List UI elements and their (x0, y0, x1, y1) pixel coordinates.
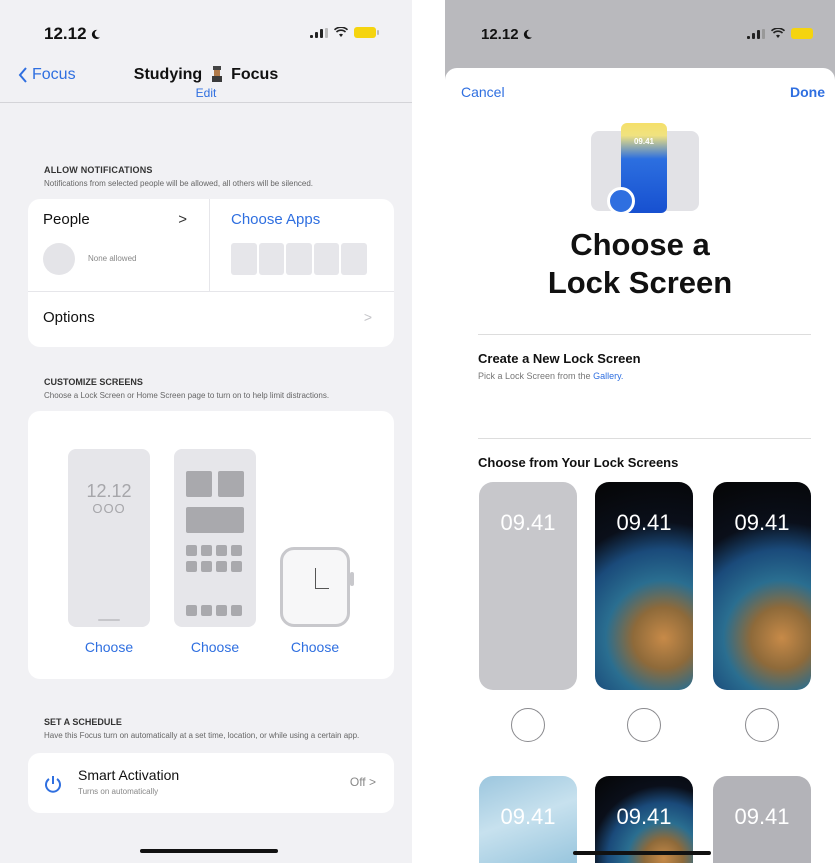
status-bar: 12.12 (0, 0, 412, 56)
nav-bar: Focus Studying Focus Edit (0, 56, 412, 102)
lock-preview-dots: OOO (92, 501, 126, 516)
watch-face-preview[interactable] (280, 547, 354, 627)
thumb-time: 09.41 (616, 804, 672, 829)
choose-watch-button[interactable]: Choose (274, 639, 356, 655)
focus-emoji-icon (211, 66, 222, 82)
focus-settings-screen: 12.12 Focus Studying Focus Edit ALLOW NO… (0, 0, 412, 863)
notifications-card: People > None allowed Choose Apps Option… (28, 199, 394, 347)
apps-cell[interactable]: Choose Apps (211, 199, 394, 291)
chevron-right-icon: > (363, 309, 372, 325)
home-screen-preview[interactable] (174, 449, 256, 627)
lock-screen-preview[interactable]: 12.12 OOO (68, 449, 150, 627)
people-cell[interactable]: People > None allowed (28, 199, 210, 291)
gallery-link[interactable]: Gallery. (593, 371, 623, 381)
schedule-desc: Have this Focus turn on automatically at… (44, 731, 360, 740)
choose-apps-label: Choose Apps (231, 211, 321, 228)
lock-screen-hero-illustration: 09.41 (591, 123, 699, 215)
focus-badge-icon (607, 187, 635, 215)
lock-screen-thumb-5[interactable]: 09.41 (595, 776, 693, 863)
battery-icon (791, 28, 816, 39)
lock-screen-thumb-3[interactable]: 09.41 (713, 482, 811, 690)
lock-screen-thumb-4[interactable]: 09.41 (479, 776, 577, 863)
select-radio-2[interactable] (627, 708, 661, 742)
smart-activation-row[interactable]: Smart Activation Turns on automatically … (28, 753, 394, 813)
title-suffix: Focus (231, 66, 279, 83)
signal-icon (310, 27, 328, 38)
wifi-icon (771, 28, 785, 38)
sheet-title-line2: Lock Screen (547, 265, 733, 300)
status-time: 12.12 (44, 24, 101, 44)
chevron-right-icon: > (178, 211, 187, 228)
nav-divider (0, 102, 412, 103)
people-label: People (43, 211, 90, 228)
battery-icon (354, 27, 379, 38)
hero-time: 09.41 (633, 137, 655, 146)
home-indicator (140, 849, 278, 853)
lock-screen-thumb-1[interactable]: 09.41 (479, 482, 577, 690)
smart-activation-subtitle: Turns on automatically (78, 787, 159, 796)
allow-notifications-desc: Notifications from selected people will … (44, 179, 314, 188)
choose-home-button[interactable]: Choose (174, 639, 256, 655)
status-time: 12.12 (481, 26, 533, 43)
thumb-time: 09.41 (616, 510, 672, 535)
status-bar: 12.12 (445, 0, 835, 56)
lock-screen-sheet: Cancel Done 09.41 Choose a Lock Screen C… (445, 68, 835, 863)
customize-screens-desc: Choose a Lock Screen or Home Screen page… (44, 391, 330, 400)
lock-preview-time: 12.12 (86, 481, 132, 501)
create-new-subtitle: Pick a Lock Screen from the Gallery. (478, 371, 624, 381)
thumb-time: 09.41 (734, 510, 790, 535)
apps-placeholder (231, 243, 367, 275)
avatar (43, 243, 75, 275)
schedule-heading: SET A SCHEDULE (44, 717, 122, 727)
people-none-label: None allowed (88, 254, 137, 263)
smart-activation-value: Off > (349, 775, 376, 789)
moon-icon (523, 29, 532, 40)
wifi-icon (334, 27, 348, 37)
done-button[interactable]: Done (790, 84, 825, 100)
signal-icon (747, 28, 765, 39)
allow-notifications-heading: ALLOW NOTIFICATIONS (44, 165, 153, 175)
lock-screen-thumb-6[interactable]: 09.41 (713, 776, 811, 863)
divider (478, 334, 811, 335)
lock-screen-thumb-2[interactable]: 09.41 (595, 482, 693, 690)
thumb-time: 09.41 (734, 804, 790, 829)
sheet-title-line1: Choose a (570, 227, 710, 262)
customize-screens-heading: CUSTOMIZE SCREENS (44, 377, 143, 387)
cancel-button[interactable]: Cancel (461, 84, 505, 100)
title-text: Studying (133, 66, 203, 83)
moon-icon (91, 29, 100, 40)
home-indicator (573, 851, 711, 855)
choose-lock-screen-sheet-screen: 12.12 Cancel Done 09.41 Choose a Lock Sc… (445, 0, 835, 863)
sheet-title: Choose a Lock Screen (445, 226, 835, 302)
choose-from-heading: Choose from Your Lock Screens (478, 455, 679, 470)
customize-screens-card: 12.12 OOO Choose Choose Choose (28, 411, 394, 679)
thumb-time: 09.41 (500, 510, 556, 535)
divider (478, 438, 811, 439)
edit-button[interactable]: Edit (0, 86, 412, 100)
page-title: Studying Focus (0, 66, 412, 84)
thumb-time: 09.41 (500, 804, 556, 829)
choose-lock-button[interactable]: Choose (68, 639, 150, 655)
options-row[interactable]: Options > (28, 291, 394, 347)
smart-activation-title: Smart Activation (78, 767, 180, 783)
power-icon (45, 776, 61, 793)
select-radio-3[interactable] (745, 708, 779, 742)
select-radio-1[interactable] (511, 708, 545, 742)
options-label: Options (43, 309, 95, 326)
create-new-lock-screen[interactable]: Create a New Lock Screen (478, 351, 641, 366)
